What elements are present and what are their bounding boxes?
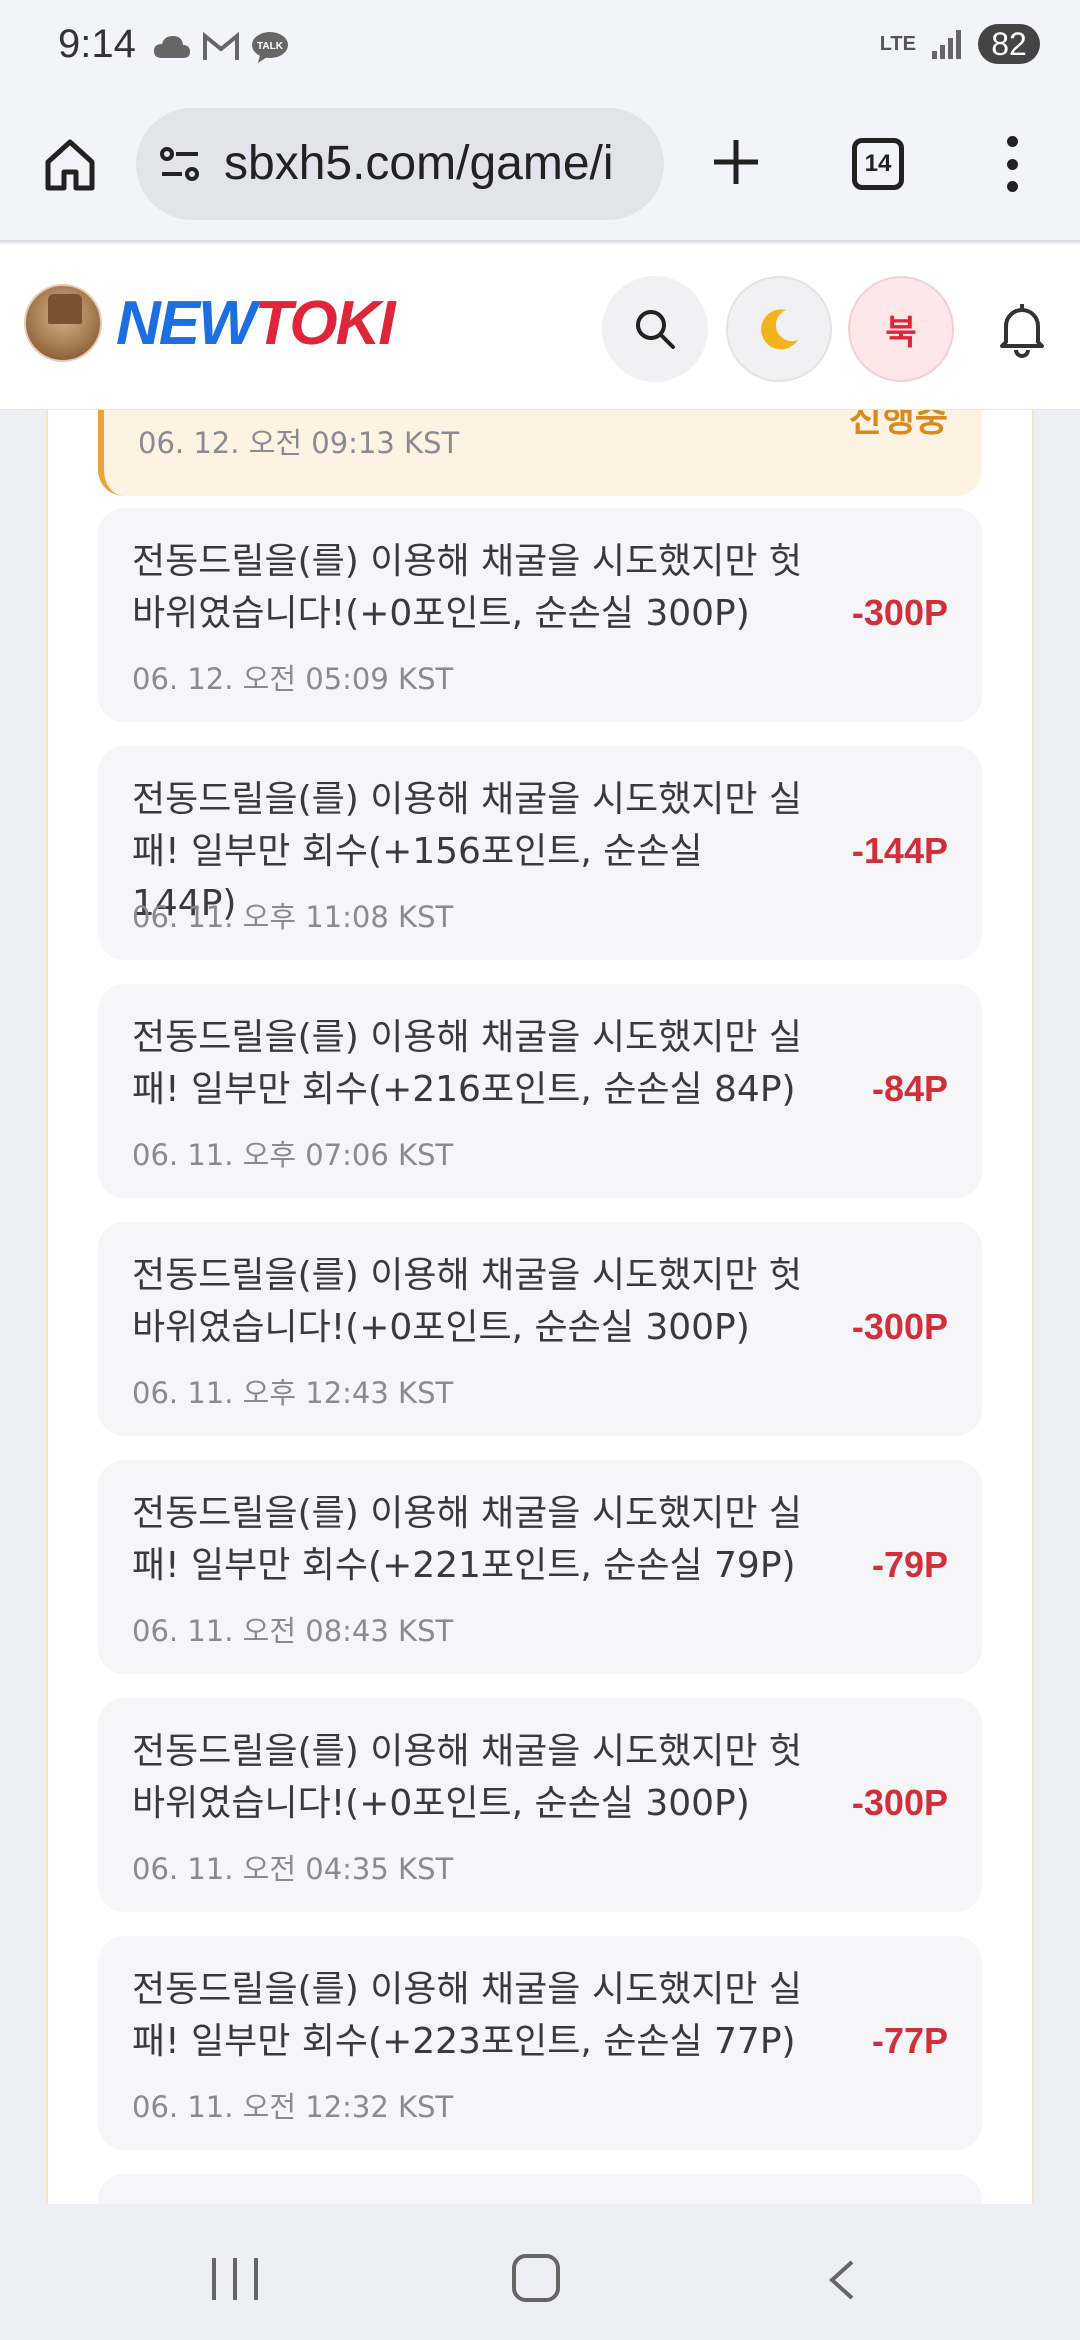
logo-text-new: NEW — [116, 289, 257, 358]
history-item: 전동드릴을(를) 이용해 채굴을 시도했지만 헛바위였습니다!(+0포인트, 순… — [98, 1698, 982, 1912]
network-type: LTE — [879, 33, 916, 55]
url-text: sbxh5.com/game/i — [224, 137, 614, 190]
bookmark-button[interactable]: 북 — [848, 276, 954, 382]
bell-icon[interactable] — [996, 302, 1048, 358]
history-amount: -84P — [871, 1068, 948, 1109]
history-item: 전동드릴을(를) 이용해 채굴을 시도했지만 실패! 일부만 회수(+216포인… — [98, 984, 982, 1198]
history-amount: -77P — [871, 2020, 948, 2061]
tab-switcher-button[interactable]: 14 — [852, 138, 904, 190]
system-nav-bar — [0, 2204, 1080, 2340]
history-date: 06. 11. 오후 12:43 KST — [132, 1376, 454, 1410]
battery-indicator: 82 — [978, 24, 1040, 64]
home-icon[interactable] — [40, 134, 100, 194]
history-amount: -300P — [851, 1782, 948, 1823]
history-item-partial — [98, 2174, 982, 2204]
history-message: 전동드릴을(를) 이용해 채굴을 시도했지만 헛바위였습니다!(+0포인트, 순… — [132, 1255, 803, 1348]
browser-toolbar: sbxh5.com/game/i 14 — [0, 100, 1080, 242]
history-message: 전동드릴을(를) 이용해 채굴을 시도했지만 실패! 일부만 회수(+221포인… — [132, 1493, 803, 1586]
history-date: 06. 11. 오전 12:32 KST — [132, 2090, 454, 2124]
history-date: 06. 11. 오후 07:06 KST — [132, 1138, 454, 1172]
logo-mascot[interactable] — [24, 284, 102, 362]
talk-icon: TALK — [252, 32, 288, 63]
address-bar[interactable]: sbxh5.com/game/i — [136, 108, 664, 220]
status-bar: 9:14 TALK LTE 82 — [0, 0, 1080, 100]
dark-mode-toggle[interactable] — [726, 276, 832, 382]
history-item-highlighted: 진행중 06. 12. 오전 09:13 KST — [98, 410, 982, 496]
moon-icon — [761, 309, 798, 350]
status-badge: 진행중 — [848, 410, 948, 440]
history-date: 06. 12. 오전 05:09 KST — [132, 662, 454, 696]
site-logo[interactable]: NEWTOKI — [116, 288, 396, 359]
history-amount: -300P — [851, 1306, 948, 1347]
home-nav-icon[interactable] — [512, 2254, 560, 2302]
more-menu-icon[interactable] — [1000, 136, 1024, 192]
search-icon — [636, 310, 675, 349]
logo-text-toki: TOKI — [254, 289, 396, 358]
history-date: 06. 11. 오전 04:35 KST — [132, 1852, 454, 1886]
history-amount: -144P — [851, 830, 948, 871]
site-header: NEWTOKI 북 — [0, 244, 1080, 410]
gmail-icon — [203, 32, 239, 60]
recent-apps-icon[interactable] — [212, 2258, 258, 2300]
history-message: 전동드릴을(를) 이용해 채굴을 시도했지만 실패! 일부만 회수(+223포인… — [132, 1969, 803, 2062]
history-item: 전동드릴을(를) 이용해 채굴을 시도했지만 실패! 일부만 회수(+223포인… — [98, 1936, 982, 2150]
history-amount: -300P — [851, 592, 948, 633]
history-amount: -79P — [871, 1544, 948, 1585]
new-tab-icon[interactable] — [706, 132, 766, 192]
history-date: 06. 12. 오전 09:13 KST — [138, 426, 460, 460]
back-icon[interactable] — [826, 2260, 856, 2300]
history-item: 전동드릴을(를) 이용해 채굴을 시도했지만 헛바위였습니다!(+0포인트, 순… — [98, 1222, 982, 1436]
history-message: 전동드릴을(를) 이용해 채굴을 시도했지만 헛바위였습니다!(+0포인트, 순… — [132, 541, 803, 634]
status-time: 9:14 — [58, 22, 136, 66]
history-message: 전동드릴을(를) 이용해 채굴을 시도했지만 실패! 일부만 회수(+216포인… — [132, 1017, 803, 1110]
history-content: 진행중 06. 12. 오전 09:13 KST 전동드릴을(를) 이용해 채굴… — [0, 410, 1080, 2204]
svg-text:TALK: TALK — [257, 41, 284, 52]
history-item: 전동드릴을(를) 이용해 채굴을 시도했지만 헛바위였습니다!(+0포인트, 순… — [98, 508, 982, 722]
notification-icons: TALK — [152, 30, 290, 64]
history-date: 06. 11. 오후 11:08 KST — [132, 900, 454, 934]
site-settings-icon[interactable] — [158, 144, 202, 184]
signal-icon — [932, 30, 961, 59]
history-date: 06. 11. 오전 08:43 KST — [132, 1614, 454, 1648]
search-button[interactable] — [602, 276, 708, 382]
cloud-icon — [154, 36, 190, 58]
history-item: 전동드릴을(를) 이용해 채굴을 시도했지만 실패! 일부만 회수(+156포인… — [98, 746, 982, 960]
history-item: 전동드릴을(를) 이용해 채굴을 시도했지만 실패! 일부만 회수(+221포인… — [98, 1460, 982, 1674]
history-message: 전동드릴을(를) 이용해 채굴을 시도했지만 헛바위였습니다!(+0포인트, 순… — [132, 1731, 803, 1824]
system-status: LTE 82 — [880, 24, 1040, 64]
